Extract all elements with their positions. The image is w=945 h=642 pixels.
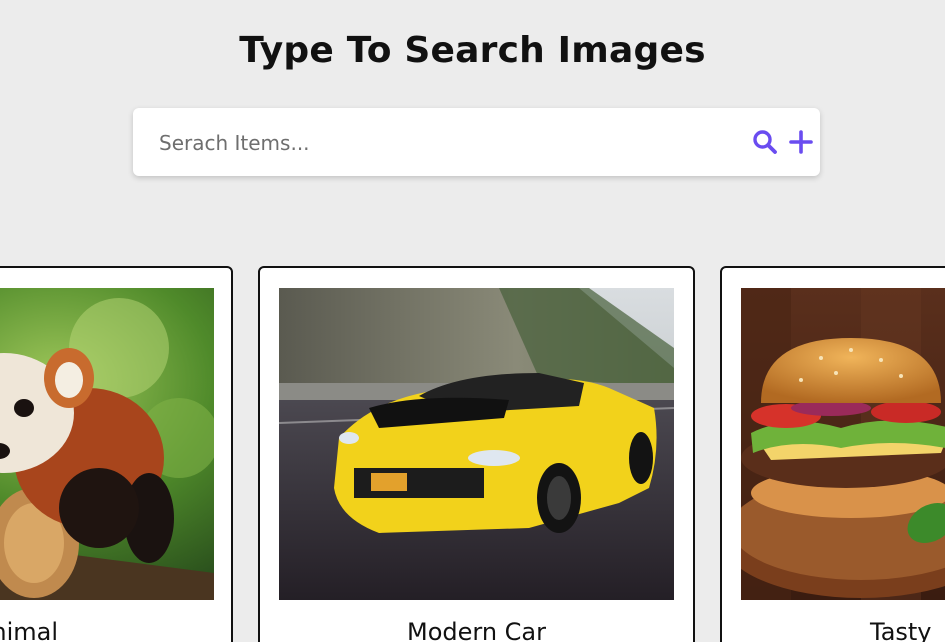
card-title-modern-car: Modern Car	[406, 618, 546, 642]
search-bar	[133, 108, 820, 176]
page: Type To Search Images Serach Items... im…	[0, 0, 945, 642]
search-icon[interactable]	[750, 127, 780, 157]
image-card-tasty[interactable]: Tasty	[720, 266, 945, 642]
image-card-modern-car[interactable]: Modern Car	[258, 266, 695, 642]
card-image-tasty[interactable]	[741, 288, 945, 600]
search-input[interactable]	[157, 122, 721, 164]
plus-icon[interactable]	[786, 127, 816, 157]
card-title-tasty: Tasty	[870, 618, 932, 642]
card-image-modern-car[interactable]	[279, 288, 674, 600]
page-title: Type To Search Images	[239, 30, 706, 71]
card-image-animal[interactable]	[0, 288, 214, 600]
card-title-animal: Animal	[0, 618, 59, 642]
image-card-animal[interactable]: Animal	[0, 266, 233, 642]
